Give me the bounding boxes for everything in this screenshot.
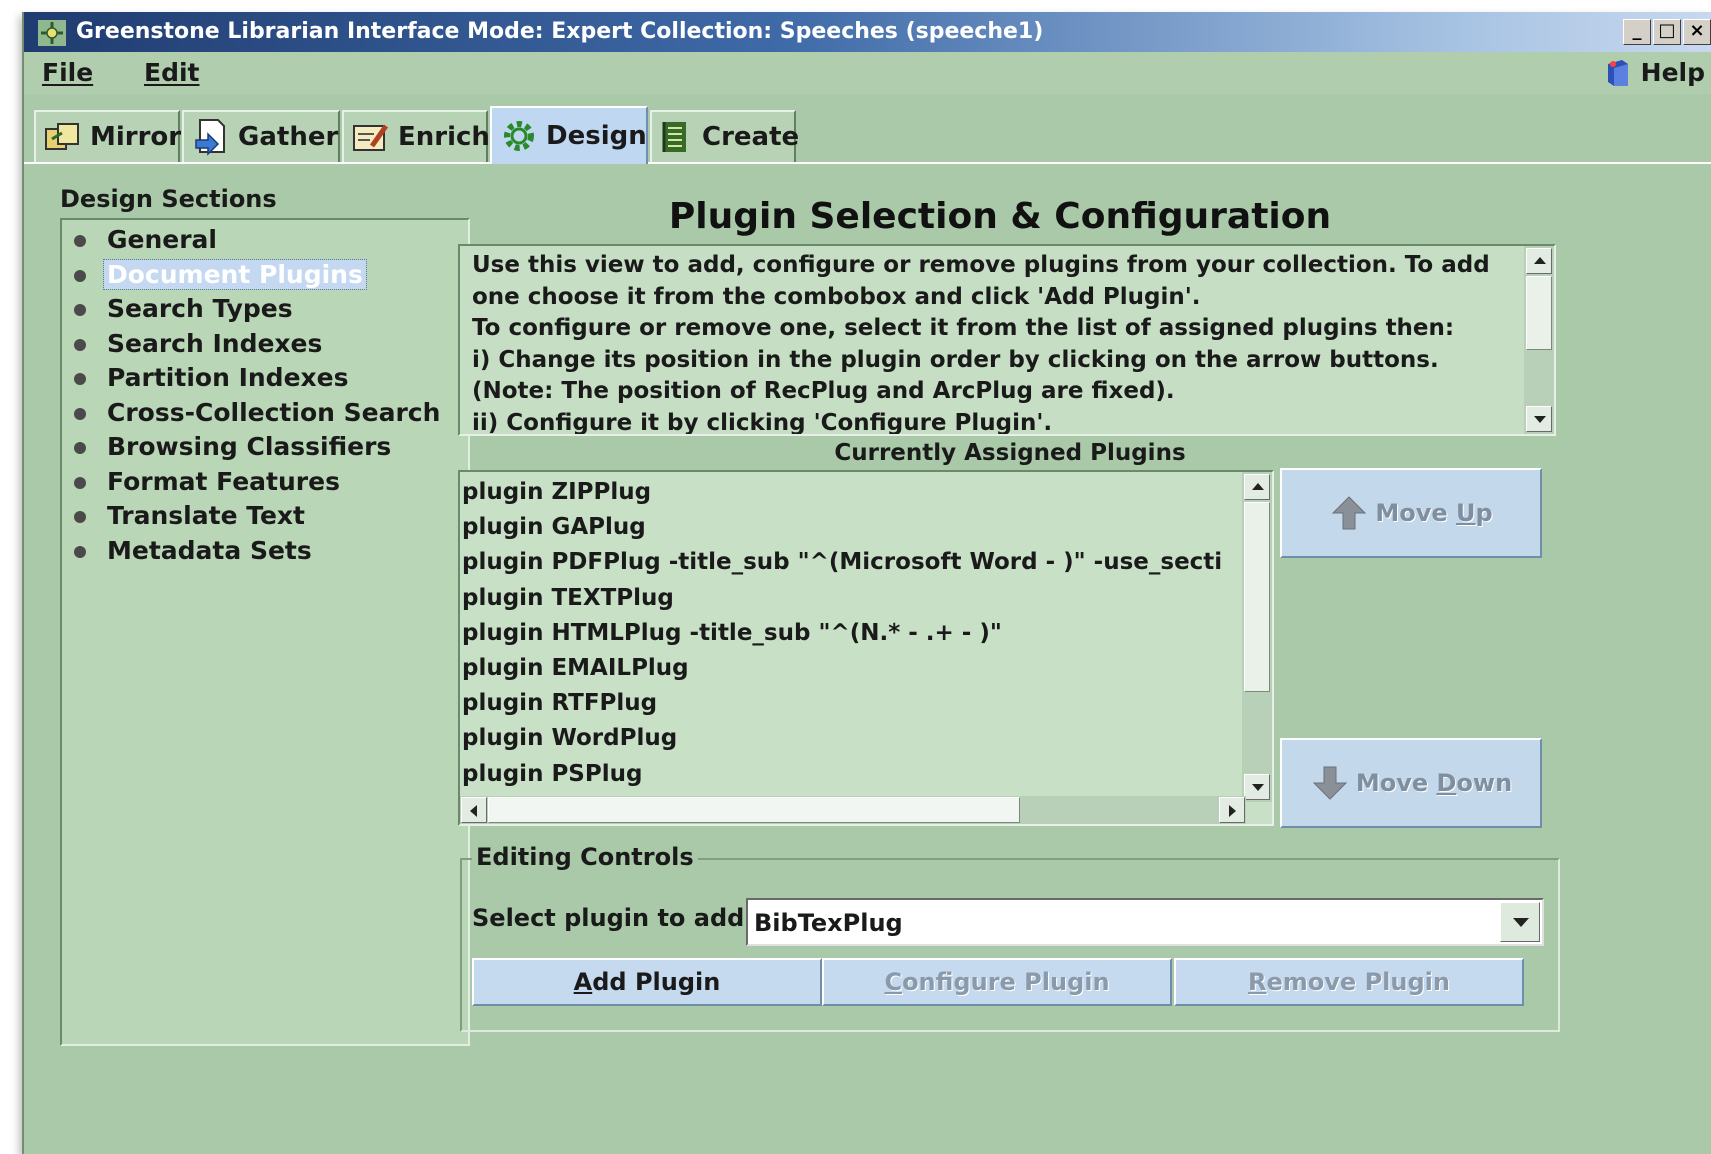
description-line: ii) Configure it by clicking 'Configure … [472,409,1053,436]
application-window: Greenstone Librarian Interface Mode: Exp… [22,12,1711,1154]
scroll-thumb[interactable] [488,797,1020,823]
description-text: Use this view to add, configure or remov… [472,250,1522,436]
assigned-plugins-list[interactable]: plugin ZIPPlug plugin GAPlug plugin PDFP… [458,470,1274,826]
plugin-list-vertical-scrollbar[interactable] [1242,472,1272,802]
menu-help[interactable]: Help [1605,58,1705,88]
description-line: (Note: The position of RecPlug and ArcPl… [472,378,1175,404]
move-up-button[interactable]: Move Up [1280,468,1542,558]
section-item-browsing-classifiers[interactable]: Browsing Classifiers [62,431,468,466]
help-book-icon [1607,60,1628,86]
move-up-label: Move Up [1375,499,1493,527]
bullet-icon [74,511,86,523]
description-line: Use this view to add, configure or remov… [472,252,1490,278]
tab-mirror-label: Mirror [90,122,182,152]
scroll-thumb[interactable] [1526,276,1552,350]
tab-enrich[interactable]: Enrich [342,110,490,162]
list-item[interactable]: plugin TEXTPlug [462,582,1242,617]
description-textarea[interactable]: Use this view to add, configure or remov… [458,244,1556,436]
tab-design[interactable]: Design [490,106,648,164]
list-item[interactable]: plugin EMAILPlug [462,652,1242,687]
chevron-down-icon[interactable] [1500,902,1540,942]
minimize-icon[interactable]: _ [1623,19,1651,45]
description-line: i) Change its position in the plugin ord… [472,346,1439,373]
tab-create-label: Create [702,122,800,152]
list-item[interactable]: plugin PDFPlug -title_sub "^(Microsoft W… [462,546,1242,581]
scroll-up-arrow-icon[interactable] [1526,248,1552,274]
menu-file[interactable]: File [42,58,93,88]
scroll-down-arrow-icon[interactable] [1244,774,1270,800]
window-title: Greenstone Librarian Interface Mode: Exp… [76,19,1044,44]
select-plugin-label: Select plugin to add: [472,904,754,932]
scroll-up-arrow-icon[interactable] [1244,474,1270,500]
design-sections-list[interactable]: General Document Plugins Search Types Se… [60,218,470,1046]
move-down-button[interactable]: Move Down [1280,738,1542,828]
section-item-partition-indexes[interactable]: Partition Indexes [62,362,468,397]
menu-edit[interactable]: Edit [144,58,200,88]
scroll-right-arrow-icon[interactable] [1219,797,1245,823]
bullet-icon [74,476,86,489]
section-item-search-types[interactable]: Search Types [62,293,468,328]
scroll-down-arrow-icon[interactable] [1526,406,1552,432]
plugin-select-combobox[interactable]: BibTexPlug [746,898,1544,946]
bullet-icon [74,235,86,247]
tab-gather[interactable]: Gather [182,110,340,162]
design-sections-heading: Design Sections [60,185,277,213]
list-item[interactable]: plugin PSPlug [462,758,1242,793]
section-item-general[interactable]: General [62,224,468,259]
greenstone-app-icon [38,20,66,46]
move-down-label: Move Down [1355,769,1513,797]
tab-enrich-label: Enrich [398,122,490,152]
section-item-document-plugins[interactable]: Document Plugins [62,258,468,294]
section-item-cross-collection-search[interactable]: Cross-Collection Search [62,397,468,432]
arrow-up-icon [1332,496,1367,530]
mirror-icon [45,123,79,150]
bullet-icon [74,407,86,420]
menu-bar: File Edit Help [24,52,1711,94]
description-line: one choose it from the combobox and clic… [472,283,1201,310]
section-item-search-indexes[interactable]: Search Indexes [62,328,468,363]
create-icon [662,122,686,152]
section-item-format-features[interactable]: Format Features [62,466,468,501]
list-item[interactable]: plugin WordPlug [462,722,1242,757]
list-item[interactable]: plugin ZIPPlug [462,476,1242,511]
bullet-icon [74,545,86,558]
tab-design-label: Design [546,121,647,151]
tab-gather-label: Gather [238,122,339,152]
enrich-icon [353,124,389,151]
design-gear-icon [504,121,534,151]
arrow-down-icon [1312,766,1348,800]
editing-controls-legend: Editing Controls [472,842,698,872]
scroll-left-arrow-icon[interactable] [461,797,487,823]
list-item[interactable]: plugin RTFPlug [462,687,1242,722]
gather-icon [195,119,225,156]
close-icon[interactable]: × [1683,19,1711,45]
section-item-metadata-sets[interactable]: Metadata Sets [62,535,468,570]
title-bar[interactable]: Greenstone Librarian Interface Mode: Exp… [24,12,1711,52]
add-plugin-button[interactable]: Add Plugin [472,958,822,1006]
tab-bar: Mirror Gather Enrich Design Create [24,94,1711,164]
bullet-icon [74,304,86,316]
remove-plugin-button[interactable]: Remove Plugin [1174,958,1524,1006]
configure-plugin-button[interactable]: Configure Plugin [822,958,1172,1006]
bullet-icon [74,373,86,385]
plugin-rows: plugin ZIPPlug plugin GAPlug plugin PDFP… [462,476,1242,793]
maximize-icon[interactable]: □ [1653,19,1681,45]
window-controls: _ □ × [1623,19,1711,45]
scroll-thumb[interactable] [1244,502,1270,692]
help-label: Help [1640,58,1705,87]
tab-create[interactable]: Create [650,110,800,162]
list-item[interactable]: plugin GAPlug [462,511,1242,546]
tab-mirror[interactable]: Mirror [34,110,182,162]
bullet-icon [74,442,86,454]
page-title: Plugin Selection & Configuration [668,196,1332,237]
assigned-plugins-heading: Currently Assigned Plugins [834,440,1186,466]
section-item-translate-text[interactable]: Translate Text [62,500,468,535]
plugin-select-value: BibTexPlug [754,909,903,937]
bullet-icon [74,269,86,282]
list-item[interactable]: plugin HTMLPlug -title_sub "^(N.* - .+ -… [462,617,1242,652]
description-scrollbar[interactable] [1524,246,1554,434]
plugin-list-horizontal-scrollbar[interactable] [460,796,1246,824]
description-line: To configure or remove one, select it fr… [472,315,1455,341]
bullet-icon [74,338,86,351]
